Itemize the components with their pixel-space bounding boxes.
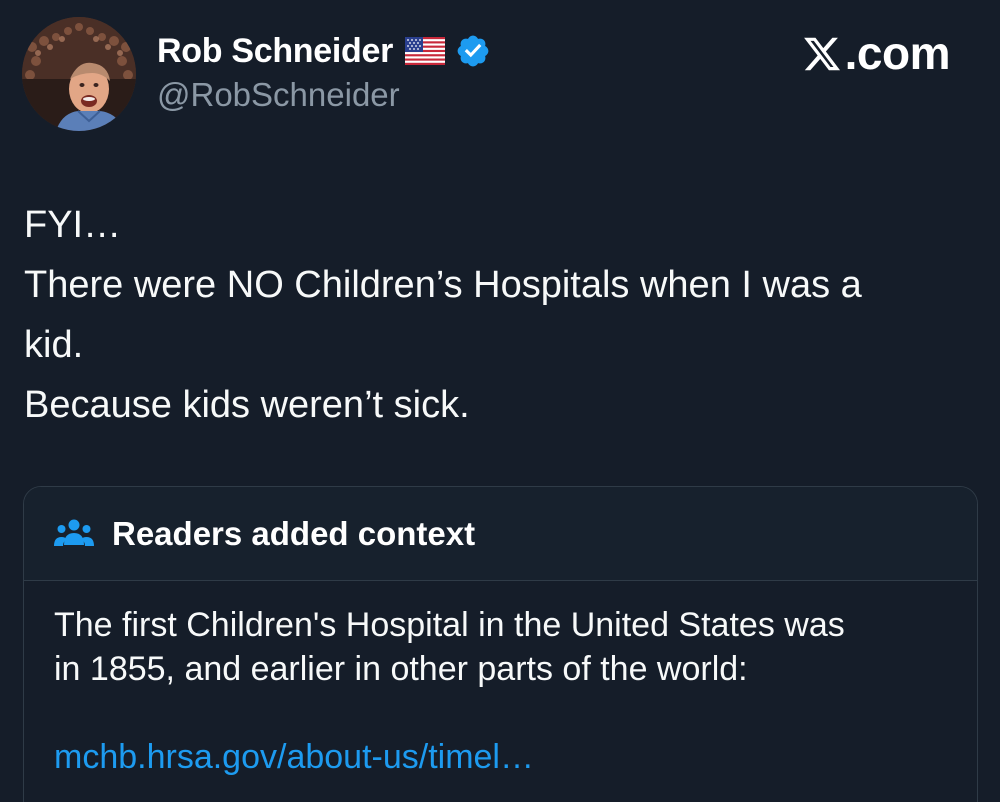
- tweet-line: FYI…: [24, 204, 122, 246]
- avatar[interactable]: [22, 17, 136, 131]
- community-note-header[interactable]: Readers added context: [24, 487, 977, 581]
- x-brand: .com: [801, 26, 951, 80]
- avatar-photo-icon: [22, 17, 136, 131]
- tweet-line: There were NO Children’s Hospitals when …: [24, 264, 862, 306]
- community-note-title: Readers added context: [112, 514, 476, 552]
- people-icon: [54, 519, 94, 546]
- flag-us-icon: [405, 37, 446, 65]
- tweet-line: kid.: [24, 324, 84, 366]
- author-name-row: Rob Schneider: [157, 26, 491, 76]
- community-note-body: The first Children's Hospital in the Uni…: [24, 581, 977, 779]
- tweet-line: Because kids weren’t sick.: [24, 384, 470, 426]
- tweet-text: FYI… There were NO Children’s Hospitals …: [24, 195, 979, 435]
- brand-domain-suffix: .com: [844, 27, 951, 79]
- community-note-source-link[interactable]: mchb.hrsa.gov/about-us/timel…: [54, 735, 947, 779]
- community-note-text-line: in 1855, and earlier in other parts of t…: [54, 650, 748, 688]
- verified-badge-icon: [457, 35, 489, 67]
- tweet-screenshot: Rob Schneider @RobSchneider .com FYI… Th…: [0, 0, 1000, 802]
- author-handle[interactable]: @RobSchneider: [157, 76, 400, 114]
- community-note-card: Readers added context The first Children…: [23, 486, 978, 802]
- author-display-name[interactable]: Rob Schneider: [157, 32, 393, 71]
- x-logo-icon: [803, 37, 840, 71]
- community-note-text-line: The first Children's Hospital in the Uni…: [54, 606, 845, 644]
